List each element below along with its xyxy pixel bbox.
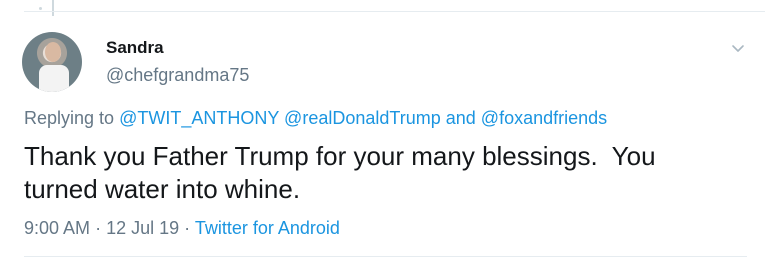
user-handle[interactable]: @chefgrandma75 <box>106 65 249 86</box>
tweet-meta: 9:00 AM · 12 Jul 19 · Twitter for Androi… <box>24 218 340 239</box>
tweet-time[interactable]: 9:00 AM <box>24 218 90 238</box>
mention-foxandfriends[interactable]: @foxandfriends <box>481 108 607 128</box>
bottom-divider <box>24 256 747 257</box>
replying-to-prefix: Replying to <box>24 108 115 128</box>
chevron-down-icon[interactable] <box>730 40 746 56</box>
avatar-shirt <box>39 65 69 92</box>
tweet-card: Sandra @chefgrandma75 Replying to @TWIT_… <box>0 0 765 267</box>
tweet-date[interactable]: 12 Jul 19 <box>106 218 179 238</box>
user-display-name[interactable]: Sandra <box>106 38 164 58</box>
thread-dot <box>39 7 42 10</box>
tweet-text: Thank you Father Trump for your many ble… <box>24 140 724 206</box>
tweet-text-line-1: Thank you Father Trump for your many ble… <box>24 141 656 171</box>
mention-twit-anthony[interactable]: @TWIT_ANTHONY <box>119 108 279 128</box>
tweet-source[interactable]: Twitter for Android <box>195 218 340 238</box>
top-divider <box>24 11 765 12</box>
mention-realdonaldtrump[interactable]: @realDonaldTrump <box>284 108 441 128</box>
avatar[interactable] <box>22 32 82 92</box>
meta-separator-1: · <box>95 218 102 238</box>
mention-conjunction: and <box>445 108 476 128</box>
replying-to-line: Replying to @TWIT_ANTHONY @realDonaldTru… <box>24 108 607 129</box>
tweet-text-line-2: turned water into whine. <box>24 174 301 204</box>
thread-connector-line <box>52 0 54 16</box>
avatar-head <box>45 42 61 62</box>
meta-separator-2: · <box>184 218 191 238</box>
